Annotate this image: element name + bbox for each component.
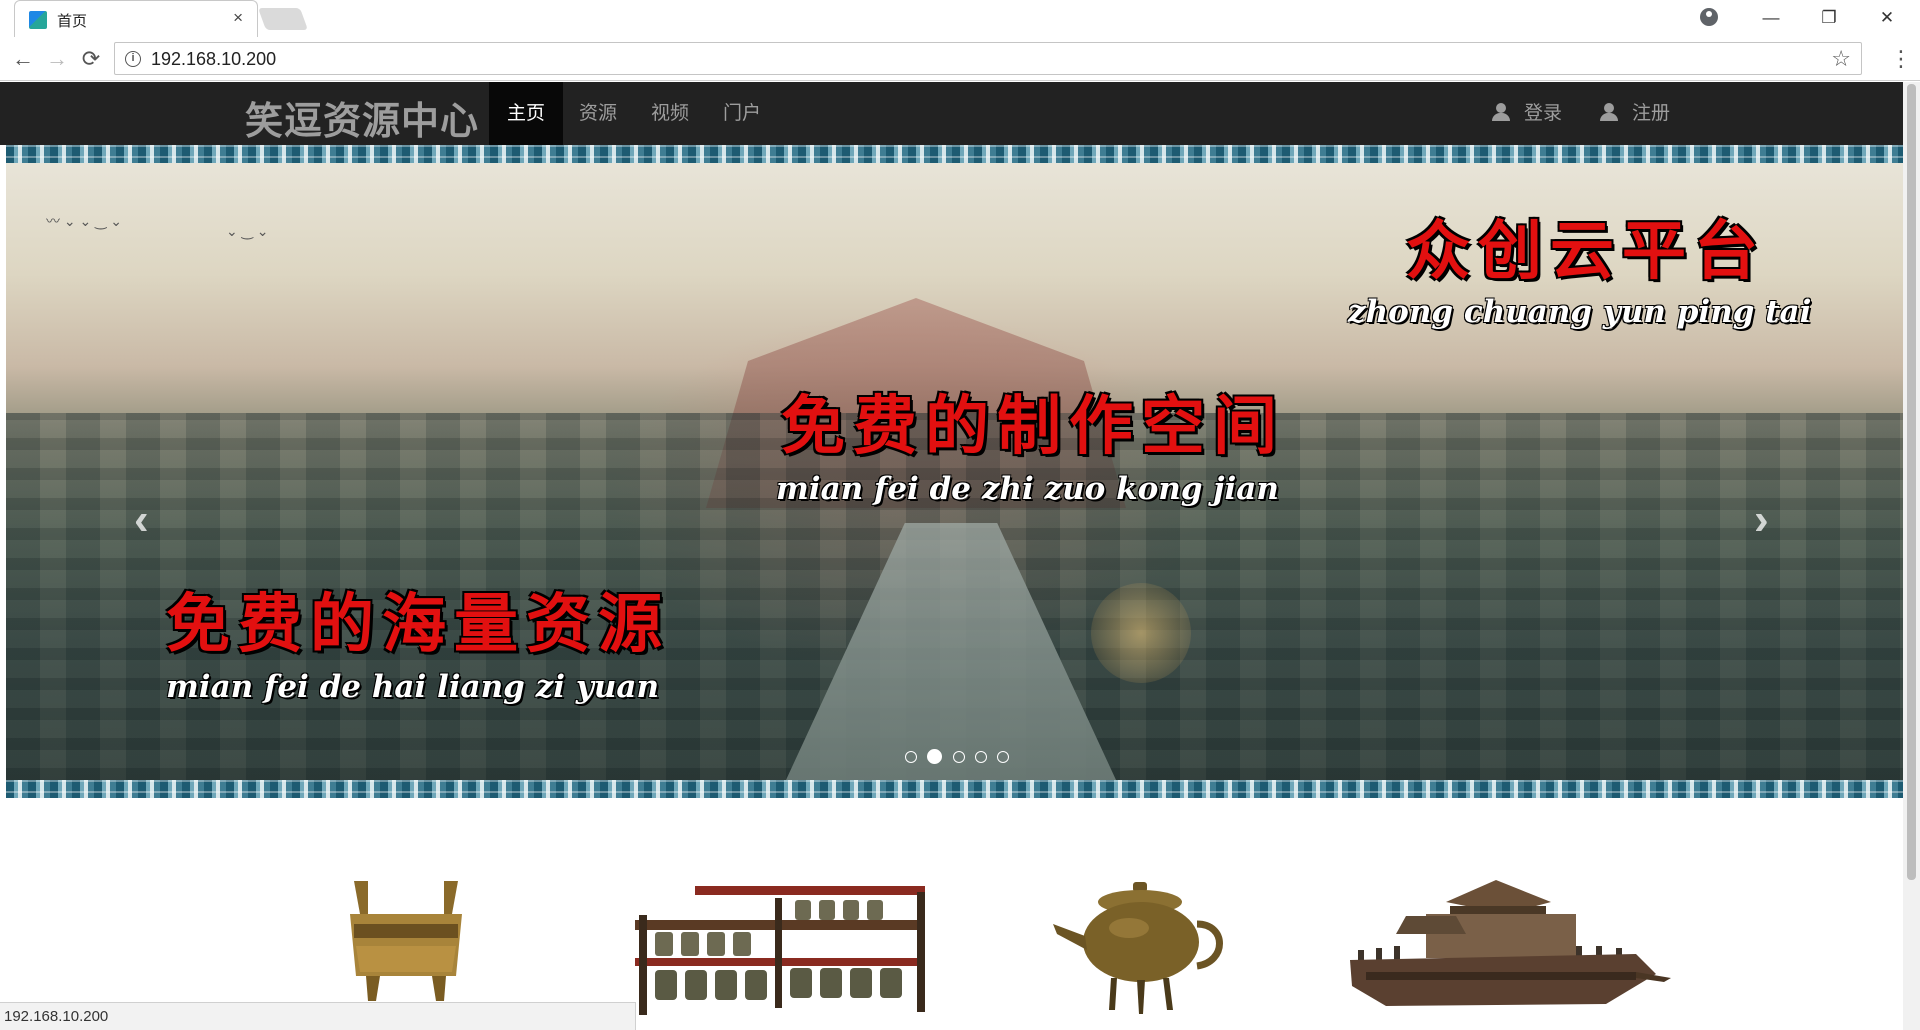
browser-menu-icon[interactable]: ⋮ <box>1890 46 1912 72</box>
forward-button[interactable]: → <box>44 46 70 72</box>
nav-item-portal[interactable]: 门户 <box>705 82 779 145</box>
wooden-boat-icon[interactable] <box>1346 876 1671 1021</box>
user-icon <box>1600 103 1618 121</box>
profile-icon[interactable] <box>1700 8 1718 26</box>
nav-item-home[interactable]: 主页 <box>489 82 564 145</box>
browser-toolbar: ← → ⟳ i 192.168.10.200 ☆ ⋮ <box>0 37 1920 81</box>
scrollbar-thumb[interactable] <box>1907 84 1916 880</box>
register-link[interactable]: 注册 <box>1600 82 1670 145</box>
birds-icon: ⌄ ‿ ⌄ <box>226 223 269 239</box>
bronze-teapot-icon[interactable] <box>1051 880 1231 1020</box>
birds-icon: 〰 ⌄ ⌄ ‿ ⌄ <box>46 213 123 229</box>
slogan-1-cn: 众创云平台 <box>1406 214 1766 289</box>
carousel-dot[interactable] <box>904 750 917 763</box>
top-pattern-border <box>6 145 1908 163</box>
nav-item-resources[interactable]: 资源 <box>561 82 635 145</box>
slogan-2-cn: 免费的制作空间 <box>781 389 1285 464</box>
login-label: 登录 <box>1524 103 1563 124</box>
lens-glow <box>1091 583 1191 683</box>
register-label: 注册 <box>1632 103 1671 124</box>
bronze-ding-icon[interactable] <box>346 876 466 1006</box>
tab-close-icon[interactable]: × <box>233 8 243 28</box>
site-navbar: 笑逗资源中心 主页 资源 视频 门户 登录 注册 <box>0 82 1912 145</box>
address-bar[interactable]: i 192.168.10.200 ☆ <box>114 42 1862 75</box>
page-scrollbar[interactable] <box>1903 82 1920 1030</box>
tab-title: 首页 <box>57 13 88 30</box>
slogan-2-pinyin: mian fei de zhi zuo kong jian <box>776 471 1279 507</box>
carousel-dot[interactable] <box>952 750 965 763</box>
carousel-dot[interactable] <box>997 750 1010 763</box>
favicon-icon <box>29 11 47 29</box>
restore-button[interactable]: ❐ <box>1806 4 1852 32</box>
browser-tab[interactable]: 首页 × <box>14 0 258 37</box>
chime-bells-icon[interactable] <box>625 880 930 1020</box>
carousel-dot[interactable] <box>974 750 987 763</box>
slogan-1-pinyin: zhong chuang yun ping tai <box>1348 294 1812 330</box>
slogan-3-pinyin: mian fei de hai liang zi yuan <box>166 669 660 705</box>
user-icon <box>1492 103 1510 121</box>
site-brand[interactable]: 笑逗资源中心 <box>245 90 479 145</box>
slogan-1: 众创云平台 zhong chuang yun ping tai <box>1348 200 1811 330</box>
status-bubble: 192.168.10.200 <box>0 1002 636 1030</box>
carousel-indicators <box>6 748 1908 766</box>
info-icon[interactable]: i <box>125 51 141 67</box>
url-text[interactable]: 192.168.10.200 <box>151 49 276 70</box>
page-viewport: 笑逗资源中心 主页 资源 视频 门户 登录 注册 〰 ⌄ ⌄ ‿ ⌄ ⌄ ‿ ⌄… <box>0 82 1920 1030</box>
slogan-2: 免费的制作空间 mian fei de zhi zuo kong jian <box>776 375 1285 507</box>
close-window-button[interactable]: ✕ <box>1864 4 1910 32</box>
bookmark-star-icon[interactable]: ☆ <box>1831 46 1851 72</box>
carousel-next-icon[interactable]: › <box>1754 495 1769 545</box>
slogan-3: 免费的海量资源 mian fei de hai liang zi yuan <box>166 573 670 705</box>
new-tab-button[interactable] <box>257 8 309 30</box>
slogan-3-cn: 免费的海量资源 <box>166 587 670 662</box>
tab-strip: 首页 × — ❐ ✕ <box>0 0 1920 37</box>
carousel-dot-active[interactable] <box>927 749 943 765</box>
nav-item-videos[interactable]: 视频 <box>633 82 707 145</box>
reload-button[interactable]: ⟳ <box>78 46 104 72</box>
login-link[interactable]: 登录 <box>1492 82 1562 145</box>
back-button[interactable]: ← <box>10 46 36 72</box>
minimize-button[interactable]: — <box>1748 4 1794 32</box>
carousel-prev-icon[interactable]: ‹ <box>134 495 149 545</box>
bottom-pattern-border <box>6 780 1908 798</box>
hero-carousel: 〰 ⌄ ⌄ ‿ ⌄ ⌄ ‿ ⌄ 众创云平台 zhong chuang yun p… <box>6 145 1908 798</box>
